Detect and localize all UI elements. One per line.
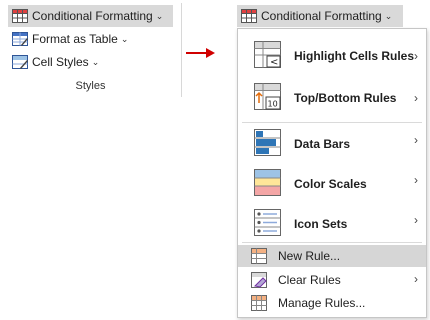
format-as-table-icon	[12, 32, 28, 46]
conditional-formatting-menu: < Highlight Cells Rules › 10 Top/Bottom …	[237, 28, 427, 318]
chevron-down-icon: ⌄	[384, 10, 393, 21]
cell-styles-label: Cell Styles	[32, 55, 89, 69]
conditional-formatting-label: Conditional Formatting	[32, 9, 153, 23]
menu-item-highlight-cells-rules[interactable]: < Highlight Cells Rules ›	[238, 37, 426, 77]
new-rule-icon	[251, 248, 267, 264]
icon-sets-icon	[254, 209, 282, 237]
svg-text:10: 10	[268, 100, 278, 109]
clear-rules-icon	[251, 272, 267, 288]
menu-item-label: Color Scales	[294, 177, 367, 191]
menu-item-label: New Rule...	[278, 249, 341, 263]
cell-styles-button[interactable]: Cell Styles ⌄	[8, 51, 148, 73]
submenu-arrow-icon: ›	[414, 213, 418, 227]
menu-item-label: Manage Rules...	[278, 296, 366, 310]
chevron-down-icon: ⌄	[155, 10, 164, 21]
menu-item-manage-rules[interactable]: Manage Rules...	[238, 292, 426, 314]
data-bars-icon	[254, 129, 282, 157]
menu-item-label: Data Bars	[294, 137, 351, 151]
menu-item-label: Icon Sets	[294, 217, 348, 231]
menu-item-label: Highlight Cells Rules	[294, 49, 415, 63]
submenu-arrow-icon: ›	[414, 272, 418, 286]
highlight-cells-rules-icon: <	[254, 41, 282, 69]
menu-item-new-rule[interactable]: New Rule...	[238, 245, 426, 267]
format-as-table-label: Format as Table	[32, 32, 118, 46]
red-arrow-head	[206, 48, 215, 58]
menu-item-clear-rules[interactable]: Clear Rules ›	[238, 269, 426, 291]
conditional-formatting-label: Conditional Formatting	[261, 9, 382, 23]
format-as-table-button[interactable]: Format as Table ⌄	[8, 28, 168, 50]
menu-item-icon-sets[interactable]: Icon Sets ›	[238, 205, 426, 245]
conditional-formatting-dropdown-button[interactable]: Conditional Formatting ⌄	[237, 5, 403, 27]
menu-separator	[242, 122, 422, 123]
cell-styles-icon	[12, 55, 28, 69]
menu-item-color-scales[interactable]: Color Scales ›	[238, 165, 426, 205]
menu-item-label: Top/Bottom Rules	[294, 91, 397, 105]
menu-separator	[242, 242, 422, 243]
top-bottom-rules-icon: 10	[254, 83, 282, 111]
conditional-formatting-button[interactable]: Conditional Formatting ⌄	[8, 5, 173, 27]
chevron-down-icon: ⌄	[120, 33, 129, 44]
conditional-formatting-icon	[12, 9, 28, 23]
submenu-arrow-icon: ›	[414, 49, 418, 63]
color-scales-icon	[254, 169, 282, 197]
menu-item-label: Clear Rules	[278, 273, 341, 287]
menu-item-data-bars[interactable]: Data Bars ›	[238, 125, 426, 165]
red-arrow-line	[186, 52, 208, 54]
submenu-arrow-icon: ›	[414, 91, 418, 105]
group-separator	[181, 3, 182, 97]
submenu-arrow-icon: ›	[414, 133, 418, 147]
chevron-down-icon: ⌄	[91, 56, 100, 67]
manage-rules-icon	[251, 295, 267, 311]
svg-text:<: <	[270, 57, 278, 68]
menu-item-top-bottom-rules[interactable]: 10 Top/Bottom Rules ›	[238, 79, 426, 119]
submenu-arrow-icon: ›	[414, 173, 418, 187]
conditional-formatting-icon	[241, 9, 257, 23]
styles-group-label: Styles	[75, 80, 106, 92]
